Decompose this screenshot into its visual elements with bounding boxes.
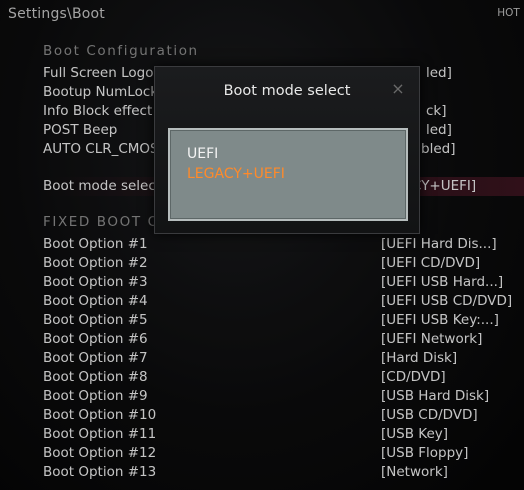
option-list: UEFI LEGACY+UEFI <box>168 128 408 221</box>
close-icon[interactable]: × <box>391 81 405 97</box>
option-uefi[interactable]: UEFI <box>187 146 218 162</box>
option-legacy-uefi[interactable]: LEGACY+UEFI <box>187 166 285 182</box>
dialog-title: Boot mode select <box>223 83 351 99</box>
boot-mode-select-dialog: Boot mode select × UEFI LEGACY+UEFI <box>154 66 420 234</box>
